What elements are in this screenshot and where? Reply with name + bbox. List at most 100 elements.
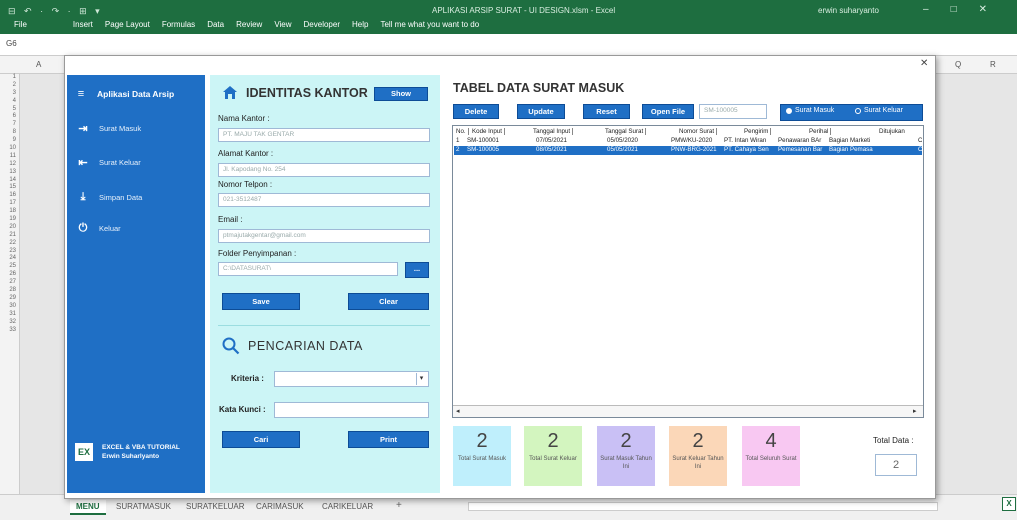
option-surat-masuk[interactable]: Surat Masuk — [786, 107, 834, 114]
column-header-q[interactable]: Q — [955, 60, 961, 69]
row-header-6[interactable]: 6 — [0, 113, 19, 121]
quick-access-toolbar[interactable]: ⊟ ↶ · ↷ · ⊞ ▾ — [8, 6, 103, 17]
cari-button[interactable]: Cari — [222, 431, 300, 448]
browse-folder-button[interactable]: ... — [405, 262, 429, 278]
row-header-22[interactable]: 22 — [0, 240, 19, 248]
window-controls[interactable]: –□✕ — [923, 4, 1009, 15]
row-header-10[interactable]: 10 — [0, 145, 19, 153]
row-header-21[interactable]: 21 — [0, 232, 19, 240]
nama-kantor-field[interactable]: PT. MAJU TAK GENTAR — [218, 128, 430, 142]
row-header-17[interactable]: 17 — [0, 200, 19, 208]
listbox-horizontal-scrollbar[interactable]: ◂ ▸ — [453, 405, 923, 417]
sheet-tab-carikeluar[interactable]: CARIKELUAR — [316, 500, 379, 513]
row-header-31[interactable]: 31 — [0, 311, 19, 319]
nomor-telpon-field[interactable]: 021-3512487 — [218, 193, 430, 207]
row-header-15[interactable]: 15 — [0, 184, 19, 192]
nama-kantor-label: Nama Kantor : — [218, 114, 270, 123]
tell-me-search[interactable]: Tell me what you want to do — [380, 20, 479, 29]
table-row-selected[interactable]: 2 SM-100005 08/05/2021 05/05/2021 PNW-BR… — [454, 146, 922, 155]
save-button[interactable]: Save — [222, 293, 300, 310]
chevron-down-icon[interactable]: ▾ — [416, 373, 426, 385]
menu-data[interactable]: Data — [207, 20, 224, 29]
row-header-9[interactable]: 9 — [0, 137, 19, 145]
kriteria-dropdown[interactable]: ▾ — [274, 371, 429, 387]
row-header-23[interactable]: 23 — [0, 248, 19, 256]
menu-insert[interactable]: Insert — [73, 20, 93, 29]
horizontal-sheet-scrollbar[interactable] — [468, 502, 938, 511]
menu-icon[interactable]: ≡ — [75, 88, 87, 100]
row-header-32[interactable]: 32 — [0, 319, 19, 327]
sidebar-item-keluar[interactable]: ⏻ Keluar — [77, 222, 121, 234]
scroll-left-icon[interactable]: ◂ — [456, 407, 460, 415]
menu-developer[interactable]: Developer — [304, 20, 340, 29]
close-icon[interactable]: ✕ — [920, 58, 928, 69]
row-header-14[interactable]: 14 — [0, 177, 19, 185]
menu-formulas[interactable]: Formulas — [162, 20, 195, 29]
open-file-button[interactable]: Open File — [642, 104, 694, 119]
row-header-20[interactable]: 20 — [0, 224, 19, 232]
row-header-28[interactable]: 28 — [0, 287, 19, 295]
row-header-26[interactable]: 26 — [0, 271, 19, 279]
row-header-19[interactable]: 19 — [0, 216, 19, 224]
row-header-7[interactable]: 7 — [0, 121, 19, 129]
menu-help[interactable]: Help — [352, 20, 368, 29]
row-header-33[interactable]: 33 — [0, 327, 19, 335]
option-surat-keluar[interactable]: Surat Keluar — [855, 107, 903, 114]
menu-review[interactable]: Review — [236, 20, 262, 29]
row-header-29[interactable]: 29 — [0, 295, 19, 303]
row-header-1[interactable]: 1 — [0, 74, 19, 82]
sidebar-item-surat-keluar[interactable]: ⇤ Surat Keluar — [77, 156, 140, 169]
row-header-24[interactable]: 24 — [0, 255, 19, 263]
show-button[interactable]: Show — [374, 87, 428, 101]
name-box[interactable]: G6 — [6, 39, 17, 48]
sidebar-item-surat-masuk[interactable]: ⇥ Surat Masuk — [77, 122, 141, 135]
stat-card-total-surat-masuk: 2 Total Surat Masuk — [453, 426, 511, 486]
row-header-8[interactable]: 8 — [0, 129, 19, 137]
formula-bar[interactable]: G6 — [0, 34, 1017, 56]
column-header-r[interactable]: R — [990, 60, 996, 69]
table-row[interactable]: 1 SM-100001 07/05/2021 05/05/2020 PMW/KU… — [454, 137, 922, 146]
data-listbox[interactable]: No. Kode Input Tanggal Input Tanggal Sur… — [452, 125, 924, 418]
update-button[interactable]: Update — [517, 104, 565, 119]
kata-kunci-field[interactable] — [274, 402, 429, 418]
menu-page-layout[interactable]: Page Layout — [105, 20, 150, 29]
row-header-30[interactable]: 30 — [0, 303, 19, 311]
row-header-27[interactable]: 27 — [0, 279, 19, 287]
alamat-kantor-field[interactable]: Jl. Kapodang No. 254 — [218, 163, 430, 177]
scroll-right-icon[interactable]: ▸ — [913, 407, 917, 415]
stat-card-surat-masuk-tahun-ini: 2 Surat Masuk Tahun Ini — [597, 426, 655, 486]
menu-view[interactable]: View — [274, 20, 291, 29]
stat-card-total-seluruh-surat: 4 Total Seluruh Surat — [742, 426, 800, 486]
email-field[interactable]: ptmajutakgentar@gmail.com — [218, 229, 430, 243]
cell: 07/05/2021 — [536, 137, 567, 144]
clear-button[interactable]: Clear — [348, 293, 429, 310]
reset-button[interactable]: Reset — [583, 104, 630, 119]
folder-field[interactable]: C:\DATASURAT\ — [218, 262, 398, 276]
row-header-25[interactable]: 25 — [0, 263, 19, 271]
row-header-13[interactable]: 13 — [0, 169, 19, 177]
sidebar-item-simpan-data[interactable]: ⤓ Simpan Data — [77, 191, 143, 203]
row-header-16[interactable]: 16 — [0, 192, 19, 200]
sheet-tab-carimasuk[interactable]: CARIMASUK — [250, 500, 310, 513]
add-sheet-icon[interactable]: + — [396, 500, 402, 511]
delete-button[interactable]: Delete — [453, 104, 499, 119]
email-label: Email : — [218, 215, 243, 224]
sheet-tab-suratmasuk[interactable]: SURATMASUK — [110, 500, 177, 513]
sidebar: ≡ Aplikasi Data Arsip ⇥ Surat Masuk ⇤ Su… — [67, 75, 205, 493]
column-header-a[interactable]: A — [36, 60, 41, 69]
print-button[interactable]: Print — [348, 431, 429, 448]
row-header-11[interactable]: 11 — [0, 153, 19, 161]
column-header: Pengirim — [744, 128, 772, 135]
row-header-4[interactable]: 4 — [0, 98, 19, 106]
menu-file[interactable]: File — [14, 20, 27, 29]
row-header-5[interactable]: 5 — [0, 106, 19, 114]
row-header-3[interactable]: 3 — [0, 90, 19, 98]
sheet-tab-suratkeluar[interactable]: SURATKELUAR — [180, 500, 251, 513]
id-field[interactable]: SM-100005 — [699, 104, 767, 119]
row-header-12[interactable]: 12 — [0, 161, 19, 169]
row-header-18[interactable]: 18 — [0, 208, 19, 216]
stat-caption: Total Seluruh Surat — [745, 456, 797, 462]
column-header: Nomor Surat — [679, 128, 718, 135]
sheet-tab-menu[interactable]: MENU — [70, 500, 106, 515]
row-header-2[interactable]: 2 — [0, 82, 19, 90]
